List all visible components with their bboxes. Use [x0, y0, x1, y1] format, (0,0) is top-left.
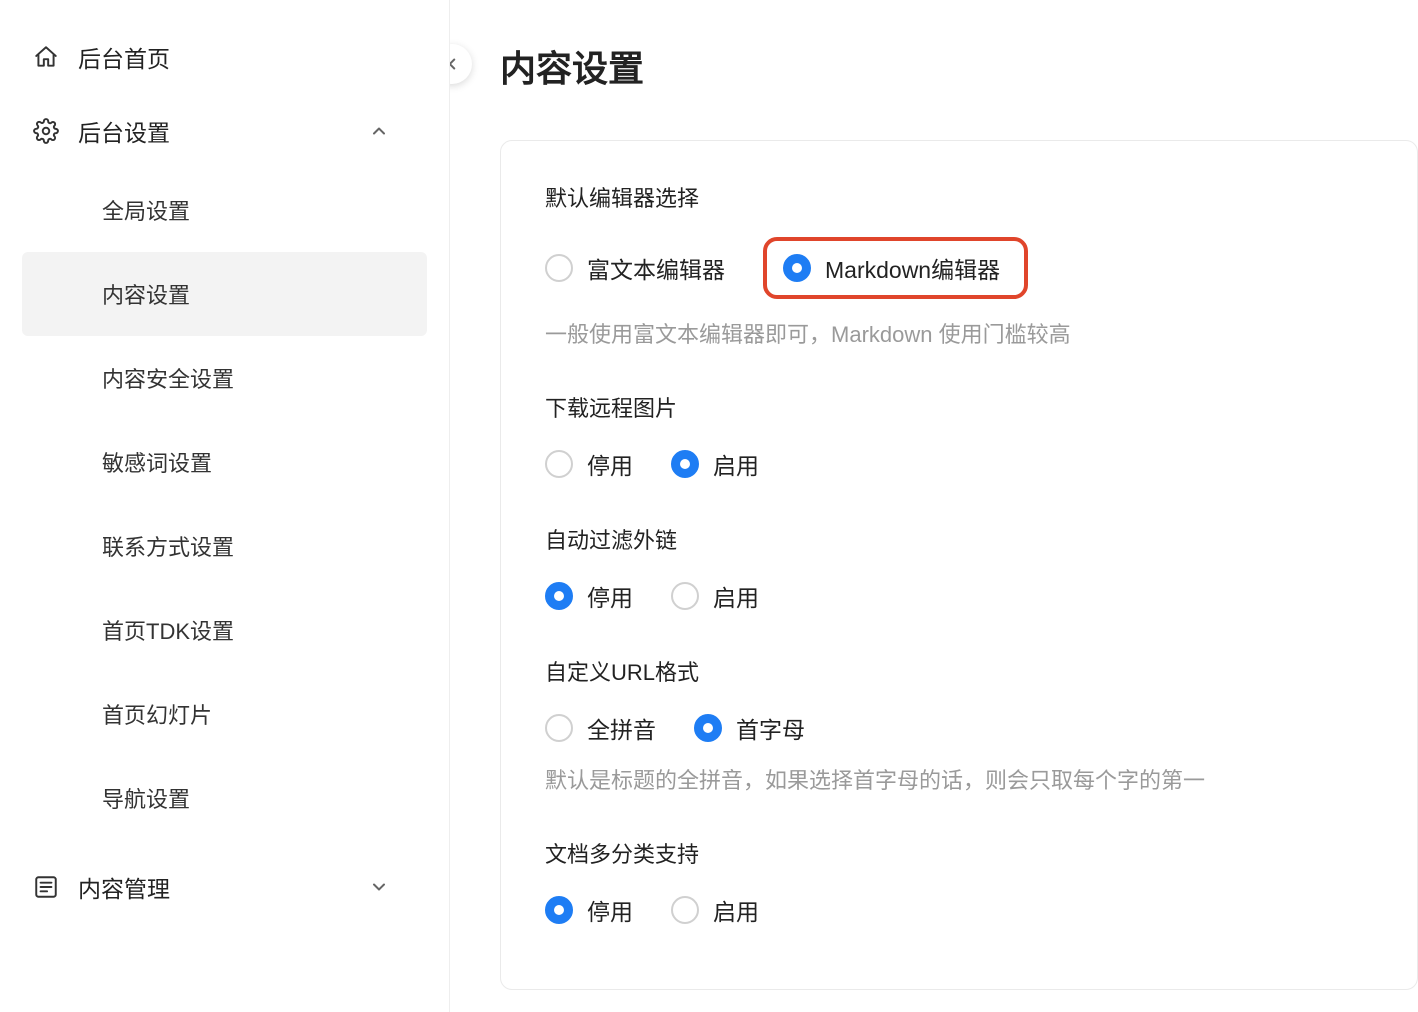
radio-label: 首字母	[736, 711, 805, 745]
section-title: 文档多分类支持	[545, 837, 1373, 869]
radio-icon	[545, 254, 573, 282]
sidebar-item-label: 敏感词设置	[102, 451, 212, 476]
radio-icon	[545, 896, 573, 924]
radio-url-pinyin[interactable]: 全拼音	[545, 711, 656, 745]
sidebar-item-label: 首页幻灯片	[102, 703, 212, 728]
sidebar: 后台首页 后台设置 全局设置 内容设置 内容安全设置 敏感词设置 联系方式设置 …	[0, 0, 450, 1012]
radio-label: Markdown编辑器	[825, 251, 1000, 285]
section-filter-links: 自动过滤外链 停用 启用	[545, 523, 1373, 613]
radio-multicat-on[interactable]: 启用	[671, 893, 759, 927]
page-title: 内容设置	[500, 40, 1418, 92]
radio-icon	[671, 450, 699, 478]
radio-icon	[671, 896, 699, 924]
sidebar-item-label: 全局设置	[102, 199, 190, 224]
chevron-left-icon	[450, 55, 461, 73]
section-title: 默认编辑器选择	[545, 181, 1373, 213]
sidebar-item-label: 内容安全设置	[102, 367, 234, 392]
section-remote-image: 下载远程图片 停用 启用	[545, 391, 1373, 481]
radio-icon	[671, 582, 699, 610]
sidebar-subitem-global[interactable]: 全局设置	[22, 168, 427, 252]
gear-icon	[32, 117, 60, 145]
radio-label: 启用	[713, 579, 759, 613]
radio-label: 停用	[587, 579, 633, 613]
sidebar-item-label: 联系方式设置	[102, 535, 234, 560]
section-hint: 一般使用富文本编辑器即可，Markdown 使用门槛较高	[545, 317, 1373, 349]
chevron-down-icon	[369, 877, 389, 897]
sidebar-sublist-settings: 全局设置 内容设置 内容安全设置 敏感词设置 联系方式设置 首页TDK设置 首页…	[0, 168, 449, 850]
radio-icon	[694, 714, 722, 742]
radio-label: 富文本编辑器	[587, 251, 725, 285]
radio-label: 启用	[713, 447, 759, 481]
radio-multicat-off[interactable]: 停用	[545, 893, 633, 927]
sidebar-item-label: 导航设置	[102, 787, 190, 812]
section-hint: 默认是标题的全拼音，如果选择首字母的话，则会只取每个字的第一	[545, 763, 1373, 795]
radio-remote-img-off[interactable]: 停用	[545, 447, 633, 481]
radio-filter-on[interactable]: 启用	[671, 579, 759, 613]
radio-label: 停用	[587, 893, 633, 927]
sidebar-item-label: 内容管理	[78, 870, 170, 904]
radio-icon	[783, 254, 811, 282]
section-multi-category: 文档多分类支持 停用 启用	[545, 837, 1373, 927]
sidebar-item-content-manage[interactable]: 内容管理	[0, 850, 449, 924]
radio-remote-img-on[interactable]: 启用	[671, 447, 759, 481]
home-icon	[32, 43, 60, 71]
sidebar-subitem-home-slides[interactable]: 首页幻灯片	[22, 672, 427, 756]
sidebar-subitem-sensitive-words[interactable]: 敏感词设置	[22, 420, 427, 504]
sidebar-item-label: 后台设置	[78, 114, 170, 148]
sidebar-subitem-content[interactable]: 内容设置	[22, 252, 427, 336]
sidebar-subitem-contact[interactable]: 联系方式设置	[22, 504, 427, 588]
radio-markdown-editor[interactable]: Markdown编辑器	[783, 251, 1000, 285]
section-title: 自定义URL格式	[545, 655, 1373, 687]
section-title: 自动过滤外链	[545, 523, 1373, 555]
radio-filter-off[interactable]: 停用	[545, 579, 633, 613]
radio-label: 停用	[587, 447, 633, 481]
list-icon	[32, 873, 60, 901]
section-default-editor: 默认编辑器选择 富文本编辑器 Markdown编辑器 一般使用富文本编辑器即可，…	[545, 181, 1373, 349]
sidebar-item-home[interactable]: 后台首页	[0, 20, 449, 94]
radio-label: 全拼音	[587, 711, 656, 745]
radio-icon	[545, 450, 573, 478]
highlight-annotation: Markdown编辑器	[763, 237, 1028, 299]
section-url-format: 自定义URL格式 全拼音 首字母 默认是标题的全拼音，如果选择首字母的话，则会只…	[545, 655, 1373, 795]
content-area: 内容设置 默认编辑器选择 富文本编辑器 Markdown编辑器	[450, 0, 1418, 1012]
section-title: 下载远程图片	[545, 391, 1373, 423]
chevron-up-icon	[369, 121, 389, 141]
sidebar-subitem-content-security[interactable]: 内容安全设置	[22, 336, 427, 420]
sidebar-item-label: 内容设置	[102, 283, 190, 308]
sidebar-item-settings[interactable]: 后台设置	[0, 94, 449, 168]
radio-label: 启用	[713, 893, 759, 927]
sidebar-item-label: 后台首页	[78, 40, 170, 74]
settings-card: 默认编辑器选择 富文本编辑器 Markdown编辑器 一般使用富文本编辑器即可，…	[500, 140, 1418, 990]
radio-icon	[545, 582, 573, 610]
sidebar-subitem-home-tdk[interactable]: 首页TDK设置	[22, 588, 427, 672]
radio-icon	[545, 714, 573, 742]
radio-rich-editor[interactable]: 富文本编辑器	[545, 251, 725, 285]
radio-url-initial[interactable]: 首字母	[694, 711, 805, 745]
sidebar-item-label: 首页TDK设置	[102, 619, 234, 644]
sidebar-subitem-navigation[interactable]: 导航设置	[22, 756, 427, 840]
